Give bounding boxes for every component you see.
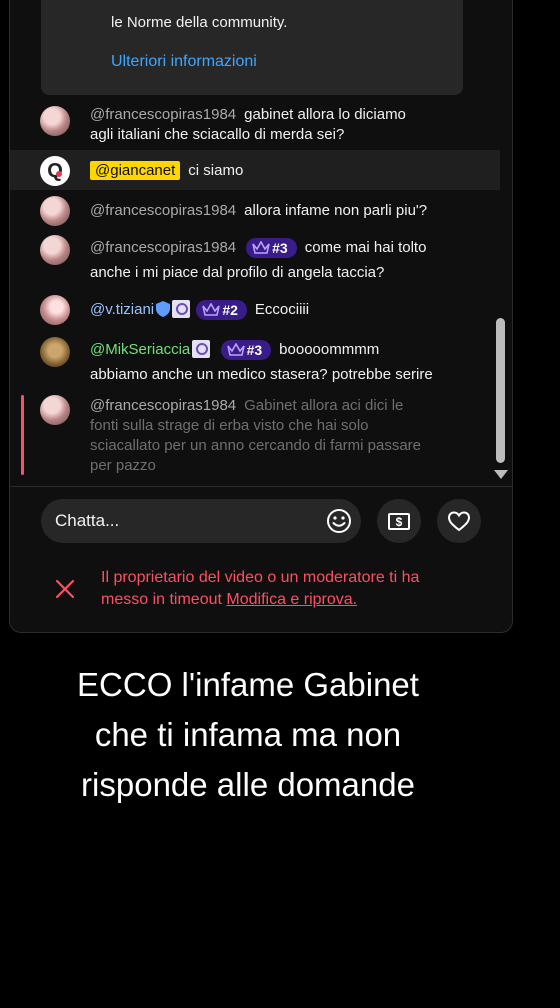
message-text: sciacallato per un anno cercando di farm…	[90, 437, 422, 454]
timeout-banner: Il proprietario del video o un moderator…	[10, 560, 512, 620]
edit-retry-link[interactable]: Modifica e riprova.	[226, 591, 357, 608]
live-chat-panel: le Norme della community. Ulteriori info…	[9, 0, 513, 633]
avatar[interactable]	[40, 337, 70, 367]
author-name[interactable]: @francescopiras1984	[90, 106, 236, 123]
avatar[interactable]	[40, 196, 70, 226]
chat-message: @francescopiras1984 allora infame non par…	[10, 194, 500, 228]
avatar[interactable]	[40, 395, 70, 425]
crown-icon	[202, 303, 221, 316]
video-caption: ECCO l'infame Gabinet che ti infama ma n…	[0, 660, 496, 810]
chat-message-owner: Q @giancanet ci siamo	[10, 150, 500, 190]
message-text: gabinet allora lo diciamo	[244, 106, 406, 123]
message-text: per pazzo	[90, 457, 156, 474]
member-rank-badge: #3	[246, 238, 297, 258]
crown-icon	[226, 343, 245, 356]
member-rank-badge: #2	[196, 300, 247, 321]
chat-message: @MikSeriaccia #3 booooommmm abbiamo anche…	[10, 334, 500, 386]
avatar[interactable]	[40, 235, 70, 265]
message-text: ci siamo	[188, 162, 244, 179]
timeout-message: messo in timeout	[101, 591, 222, 608]
message-text: Gabinet allora aci dici le	[244, 397, 404, 414]
chat-input-container	[41, 499, 361, 543]
community-guidelines-notice: le Norme della community. Ulteriori info…	[41, 0, 463, 95]
caption-line: risponde alle domande	[81, 766, 415, 803]
learn-more-link[interactable]: Ulteriori informazioni	[111, 53, 257, 71]
like-button[interactable]	[437, 499, 481, 543]
super-chat-button[interactable]: $	[377, 499, 421, 543]
scroll-down-arrow[interactable]	[494, 470, 508, 479]
caption-line: che ti infama ma non	[94, 716, 402, 753]
author-name[interactable]: @francescopiras1984	[90, 397, 236, 414]
close-icon[interactable]	[54, 578, 76, 600]
avatar[interactable]	[40, 295, 70, 325]
crown-icon	[252, 241, 270, 254]
message-text: come mai hai tolto	[304, 238, 427, 256]
member-rank-badge: #3	[220, 340, 272, 361]
super-chat-icon: $	[388, 513, 410, 530]
avatar[interactable]	[40, 106, 70, 136]
divider	[10, 486, 512, 487]
author-name[interactable]: @v.tiziani	[90, 301, 154, 318]
message-text: allora infame non parli piu'?	[244, 202, 428, 219]
message-text: Eccociiii	[254, 301, 310, 318]
author-name-owner[interactable]: @giancanet	[90, 161, 181, 180]
chat-message-pending: @francescopiras1984 Gabinet allora aci di…	[10, 392, 500, 478]
heart-icon	[447, 511, 471, 532]
author-name[interactable]: @francescopiras1984	[90, 239, 236, 256]
verified-shield-icon	[156, 301, 171, 317]
avatar[interactable]: Q	[40, 156, 70, 186]
message-text: fonti sulla strage di erba visto che hai…	[90, 417, 369, 434]
chat-message: @francescopiras1984 #3 come mai hai tolto …	[10, 232, 500, 284]
timeout-message: Il proprietario del video o un moderator…	[101, 569, 420, 586]
svg-text:$: $	[396, 515, 403, 529]
chat-scrollbar[interactable]	[496, 318, 505, 463]
emoji-icon[interactable]	[325, 507, 353, 535]
message-text: anche i mi piace dal profilo di angela t…	[90, 264, 385, 281]
message-text: agli italiani che sciacallo di merda sei…	[90, 126, 345, 143]
chat-message: @v.tiziani #2 Eccociiii	[10, 292, 500, 328]
caption-line: ECCO l'infame Gabinet	[77, 666, 419, 703]
author-name[interactable]: @francescopiras1984	[90, 202, 236, 219]
channel-badge-icon	[192, 340, 211, 358]
chat-input[interactable]	[55, 499, 305, 543]
channel-badge-icon	[172, 300, 191, 318]
chat-message: @francescopiras1984 gabinet allora lo dic…	[10, 100, 500, 148]
message-text: abbiamo anche un medico stasera? potrebb…	[90, 366, 433, 383]
notice-text: le Norme della community.	[111, 14, 288, 31]
message-text: booooommmm	[279, 341, 380, 358]
author-name[interactable]: @MikSeriaccia	[90, 341, 190, 358]
